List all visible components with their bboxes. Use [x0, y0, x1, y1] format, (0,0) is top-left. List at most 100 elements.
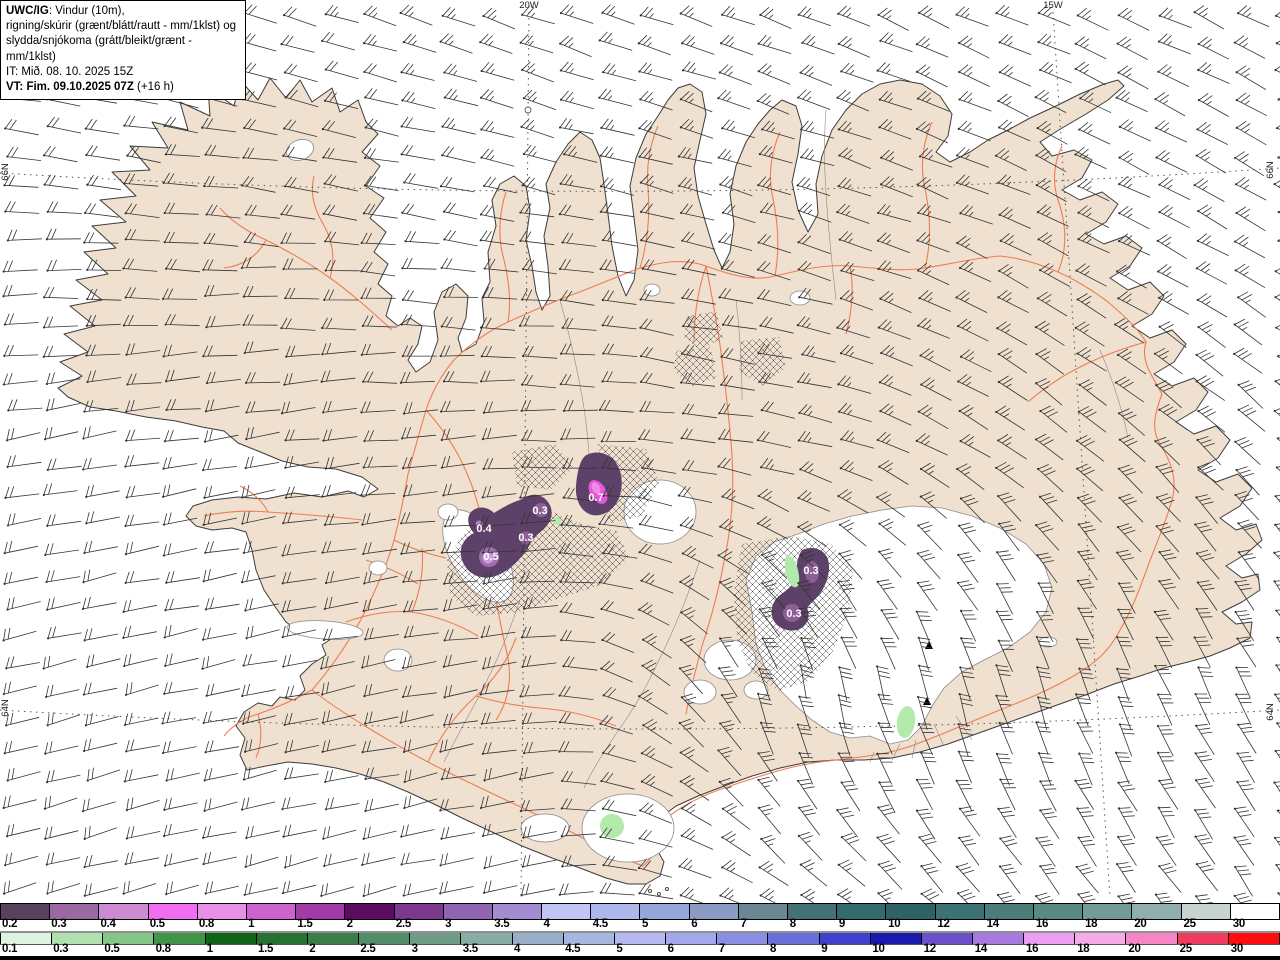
wind-barb-station-dot: [519, 239, 522, 242]
wind-barb-station-dot: [1116, 667, 1119, 670]
wind-barb-station-dot: [1076, 467, 1079, 470]
wind-barb-station-dot: [401, 354, 404, 358]
wind-barb-station-dot: [363, 156, 367, 159]
wind-barb-station-dot: [1236, 752, 1239, 755]
wind-barb-station-dot: [202, 638, 205, 641]
wind-barb-station-dot: [324, 240, 327, 243]
wind-barb-station-dot: [283, 71, 287, 74]
wind-barb-station-dot: [45, 238, 49, 241]
wind-barb-station-dot: [1036, 610, 1039, 614]
wind-barb-station-dot: [122, 610, 125, 613]
wind-barb-station-dot: [598, 522, 601, 526]
wind-barb-station-dot: [757, 352, 760, 355]
wind-barb-station-dot: [521, 865, 524, 868]
wind-barb-station-dot: [520, 409, 523, 412]
wind-barb-station-dot: [242, 722, 245, 725]
glacier-eiriksjokull: [437, 503, 459, 521]
colorbar-tick-label: 1: [248, 918, 255, 930]
wind-barb-station-dot: [1235, 98, 1238, 102]
wind-barb-station-dot: [45, 382, 48, 386]
wind-barb-station-dot: [163, 808, 166, 811]
wind-barb-station-dot: [560, 835, 563, 838]
wind-barb-station-dot: [920, 892, 923, 895]
wind-barb-station-dot: [999, 239, 1002, 242]
wind-barb-station-dot: [5, 724, 8, 727]
wind-barb-station-dot: [162, 554, 165, 557]
colorbar-tick-label: 0.1: [2, 943, 18, 955]
wind-barb-station-dot: [323, 298, 326, 301]
wind-barb-station-dot: [796, 723, 799, 726]
wind-barb-station-dot: [521, 465, 524, 469]
wind-barb-station-dot: [678, 184, 681, 187]
wind-barb-station-dot: [600, 779, 603, 783]
wind-barb-station-dot: [203, 779, 206, 782]
offshore-island: [657, 892, 662, 897]
wind-barb-station-dot: [163, 864, 167, 867]
wind-barb-station-dot: [163, 636, 166, 639]
wind-barb-station-dot: [917, 11, 921, 14]
wind-barb-station-dot: [1197, 99, 1201, 102]
wind-barb-station-dot: [638, 437, 641, 441]
wind-barb-station-dot: [720, 267, 723, 270]
wind-barb-station-dot: [204, 153, 207, 156]
wind-barb-station-dot: [1233, 323, 1236, 326]
wind-barb-station-dot: [878, 126, 881, 129]
wind-barb-station-dot: [400, 522, 403, 525]
wind-barb-station-dot: [799, 554, 803, 557]
weather-map-page: 20W 15W 66N 66N 64N 64N 0.7 0.3 0.4 0.3 0.5 0.3 0.3 …: [0, 0, 1280, 960]
wind-barb-station-dot: [2, 295, 5, 298]
wind-barb-station-dot: [918, 155, 922, 158]
wind-barb-station-dot: [1195, 154, 1198, 157]
colorbar-tick-label: 4: [543, 918, 550, 930]
wind-barb-station-dot: [877, 721, 880, 725]
wind-barb-station-dot: [840, 781, 843, 784]
wind-barb-station-dot: [241, 808, 244, 811]
wind-barb-station-dot: [681, 239, 684, 242]
wind-barb-station-dot: [280, 43, 283, 46]
wind-barb-station-dot: [1116, 551, 1119, 554]
wind-barb-station-dot: [876, 580, 879, 583]
wind-barb-station-dot: [81, 809, 85, 813]
wind-barb-station-dot: [917, 269, 920, 272]
wind-barb-station-dot: [44, 695, 48, 699]
wind-barb-station-dot: [757, 241, 760, 244]
wind-barb-station-dot: [677, 494, 680, 497]
wind-barb-station-dot: [1036, 467, 1040, 471]
wind-barb-station-dot: [281, 610, 284, 613]
wind-barb-station-dot: [404, 240, 407, 243]
colorbar-tick-label: 0.8: [198, 918, 215, 930]
wind-barb-station-dot: [837, 185, 840, 188]
wind-barb-station-dot: [204, 608, 207, 611]
wind-barb-station-dot: [164, 664, 167, 667]
colorbar-cell: [205, 933, 257, 944]
wind-barb-station-dot: [719, 581, 722, 584]
wind-barb-station-dot: [797, 13, 800, 16]
colorbar-tick-label: 10: [872, 943, 885, 955]
wind-barb-station-dot: [601, 324, 604, 327]
wind-barb-station-dot: [638, 892, 641, 895]
wind-barb-station-dot: [124, 465, 127, 468]
wind-barb-station-dot: [717, 96, 720, 100]
wind-barb-station-dot: [360, 270, 363, 273]
wind-barb-station-dot: [601, 466, 604, 469]
lake: [368, 560, 388, 576]
legend-box: UWC/IG: Vindur (10m), rigning/skúrir (gr…: [0, 0, 246, 101]
wind-barb-station-dot: [1274, 523, 1277, 526]
wind-barb-station-dot: [915, 43, 918, 46]
wind-barb-station-dot: [997, 99, 1000, 103]
wind-barb-station-dot: [480, 722, 483, 725]
colorbar-tick-label: 20: [1134, 918, 1147, 930]
wind-barb-station-dot: [996, 551, 999, 554]
wind-barb-station-dot: [956, 581, 960, 584]
wind-barb-station-dot: [6, 239, 9, 242]
wind-barb-station-dot: [161, 722, 164, 725]
wind-barb-station-dot: [838, 666, 841, 669]
wind-barb-station-dot: [240, 581, 244, 584]
wind-barb-station-dot: [202, 836, 205, 839]
wind-barb-station-dot: [322, 156, 325, 159]
wind-barb-station-dot: [1117, 608, 1120, 611]
wind-barb-station-dot: [85, 495, 88, 498]
wind-barb-station-dot: [920, 751, 923, 754]
wind-barb-station-dot: [1038, 495, 1042, 498]
wind-barb-station-dot: [85, 324, 88, 327]
